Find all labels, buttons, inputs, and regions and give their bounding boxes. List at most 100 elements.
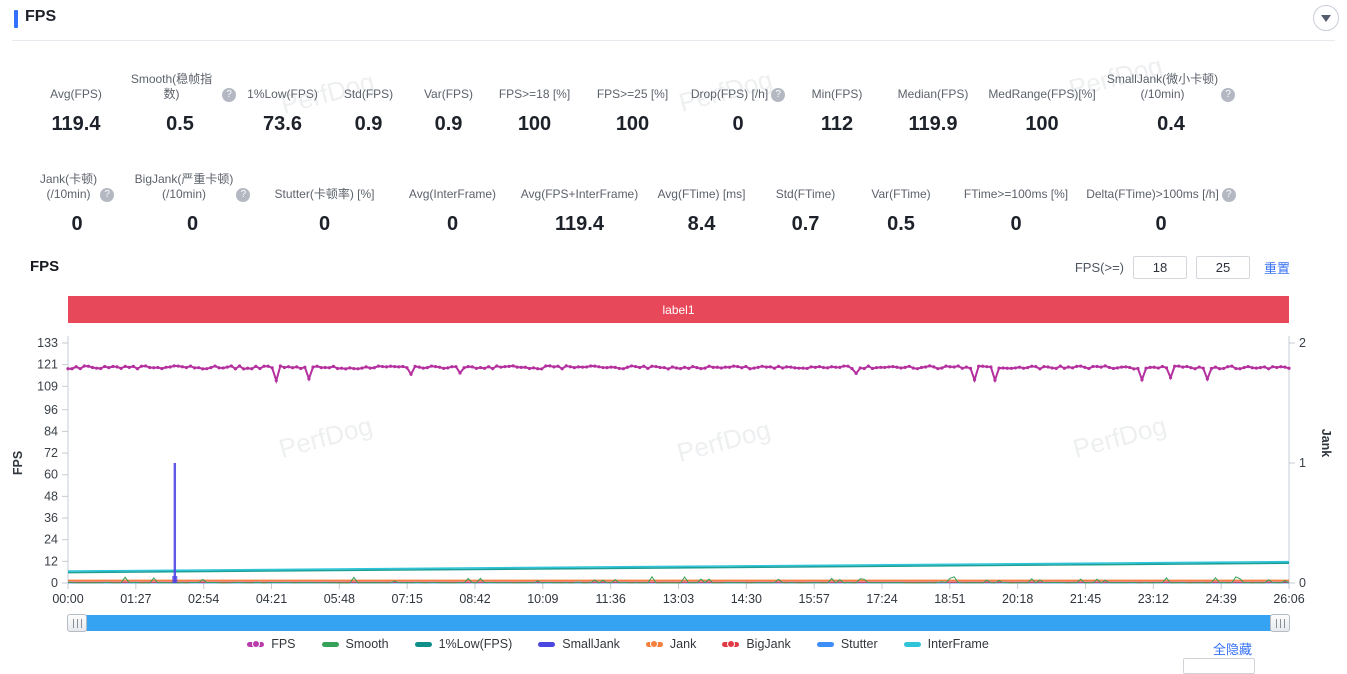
stat-r1-3: 1%Low(FPS) 73.6	[236, 66, 329, 136]
svg-text:24:39: 24:39	[1206, 592, 1237, 606]
stat-r1-7: FPS>=25 [%] 100	[580, 66, 685, 136]
stat-value: 73.6	[263, 113, 302, 135]
stat-r2-10: Delta(FTime)>100ms [/h]? 0	[1082, 166, 1240, 236]
grip-icon	[1275, 618, 1285, 628]
stat-r2-6: Avg(FTime) [ms] 8.4	[644, 166, 759, 236]
stat-r2-8: Var(FTime) 0.5	[852, 166, 950, 236]
stat-value: 119.4	[555, 213, 604, 235]
stat-r2-9: FTime>=100ms [%] 0	[950, 166, 1082, 236]
stat-label: Smooth(稳帧指数)	[130, 72, 213, 101]
stat-label: Jank(卡顿) (/10min)	[39, 172, 98, 201]
help-icon[interactable]: ?	[236, 188, 251, 202]
stat-value: 0	[732, 113, 744, 135]
stat-value: 119.9	[908, 113, 958, 135]
stat-value: 0.7	[791, 213, 820, 235]
panel-header: FPS	[0, 0, 1347, 40]
stat-r1-9: Min(FPS) 112	[791, 66, 883, 136]
stat-value: 0	[71, 213, 83, 235]
fps-chart[interactable]: 0122436486072849610912113301200:00 01:27 0…	[0, 330, 1347, 615]
chart-scrollbar[interactable]	[67, 614, 1290, 632]
svg-text:1: 1	[1299, 456, 1306, 470]
legend-label: 1%Low(FPS)	[438, 637, 513, 651]
stat-value: 0	[446, 213, 459, 235]
stat-r1-10: Median(FPS) 119.9	[883, 66, 983, 136]
stat-r1-6: FPS>=18 [%] 100	[489, 66, 580, 136]
scrollbar-right-handle[interactable]	[1270, 614, 1290, 632]
svg-text:84: 84	[44, 424, 58, 438]
svg-text:0: 0	[51, 576, 58, 590]
svg-text:121: 121	[37, 358, 58, 372]
fps-threshold-label: FPS(>=)	[1074, 260, 1124, 275]
stat-r1-8: Drop(FPS) [/h]? 0	[685, 66, 791, 136]
stat-value: 0.5	[887, 213, 915, 235]
svg-text:04:21: 04:21	[256, 592, 287, 606]
stat-r2-4: Avg(InterFrame) 0	[390, 166, 515, 236]
chevron-down-icon	[1321, 14, 1331, 22]
legend-item-jank[interactable]: Jank	[645, 637, 697, 651]
svg-text:23:12: 23:12	[1138, 592, 1169, 606]
stat-value: 0	[318, 213, 331, 235]
svg-text:2: 2	[1299, 336, 1306, 350]
help-icon[interactable]: ?	[771, 88, 786, 102]
legend-label: BigJank	[746, 637, 791, 651]
legend-item-smalljank[interactable]: SmallJank	[538, 637, 620, 651]
svg-text:FPS: FPS	[11, 451, 25, 475]
legend-label: Jank	[669, 637, 697, 651]
stat-r2-2: BigJank(严重卡顿) (/10min)? 0	[126, 166, 259, 236]
help-icon[interactable]: ?	[100, 188, 115, 202]
fps-threshold-input-2[interactable]	[1195, 256, 1250, 279]
stat-value: 100	[517, 113, 552, 135]
annotation-banner-label1: label1	[68, 296, 1289, 323]
stat-label: Var(FPS)	[423, 87, 474, 101]
stat-r2-1: Jank(卡顿) (/10min)? 0	[28, 166, 126, 236]
stat-value: 112	[820, 113, 854, 135]
stat-label: BigJank(严重卡顿) (/10min)	[134, 172, 234, 201]
stat-label: SmallJank(微小卡顿) (/10min)	[1106, 72, 1219, 101]
help-icon[interactable]: ?	[1221, 188, 1236, 202]
stat-label: Stutter(卡顿率) [%]	[274, 187, 375, 201]
svg-text:10:09: 10:09	[527, 592, 558, 606]
header-divider	[12, 40, 1335, 41]
stat-value: 0.4	[1157, 113, 1185, 135]
svg-text:36: 36	[44, 511, 58, 525]
legend-item-fps[interactable]: FPS	[247, 637, 296, 651]
legend-swatch-icon	[722, 641, 740, 647]
stat-value: 0	[1155, 213, 1167, 235]
svg-text:72: 72	[44, 446, 58, 460]
legend-swatch-icon	[903, 641, 921, 647]
legend-swatch-icon	[321, 641, 339, 647]
stat-value: 0.5	[166, 113, 194, 135]
svg-text:07:15: 07:15	[392, 592, 423, 606]
cropped-input-box[interactable]	[1183, 658, 1255, 674]
stat-label: 1%Low(FPS)	[247, 87, 318, 101]
svg-text:00:00: 00:00	[52, 592, 83, 606]
svg-text:133: 133	[37, 336, 58, 350]
stat-label: Avg(FPS)	[50, 87, 102, 101]
stat-label: Avg(FTime) [ms]	[657, 187, 746, 201]
legend-item-interframe[interactable]: InterFrame	[903, 637, 989, 651]
svg-text:60: 60	[44, 468, 58, 482]
stat-r1-1: Avg(FPS) 119.4	[28, 66, 124, 136]
svg-text:18:51: 18:51	[934, 592, 965, 606]
legend-label: SmallJank	[562, 637, 620, 651]
collapse-button[interactable]	[1313, 5, 1339, 31]
legend-label: Smooth	[345, 637, 389, 651]
reset-link[interactable]: 重置	[1264, 258, 1290, 277]
svg-text:11:36: 11:36	[595, 592, 625, 606]
legend-item-smooth[interactable]: Smooth	[321, 637, 389, 651]
legend-item-stutter[interactable]: Stutter	[816, 637, 878, 651]
stats-row-2: Jank(卡顿) (/10min)? 0 BigJank(严重卡顿) (/10min…	[0, 166, 1240, 236]
legend-item-bigjank[interactable]: BigJank	[722, 637, 791, 651]
help-icon[interactable]: ?	[222, 88, 236, 102]
help-icon[interactable]: ?	[1221, 88, 1236, 102]
stat-label: Median(FPS)	[897, 87, 969, 101]
scrollbar-left-handle[interactable]	[67, 614, 87, 632]
legend-item-1-low-fps-[interactable]: 1%Low(FPS)	[414, 637, 513, 651]
svg-text:21:45: 21:45	[1070, 592, 1101, 606]
stat-value: 0.9	[354, 113, 383, 135]
legend-swatch-icon	[538, 641, 556, 647]
fps-threshold-input-1[interactable]	[1132, 256, 1187, 279]
legend-label: InterFrame	[927, 637, 989, 651]
hide-all-link[interactable]: 全隐藏	[1213, 639, 1252, 658]
stat-r2-5: Avg(FPS+InterFrame) 119.4	[515, 166, 644, 236]
